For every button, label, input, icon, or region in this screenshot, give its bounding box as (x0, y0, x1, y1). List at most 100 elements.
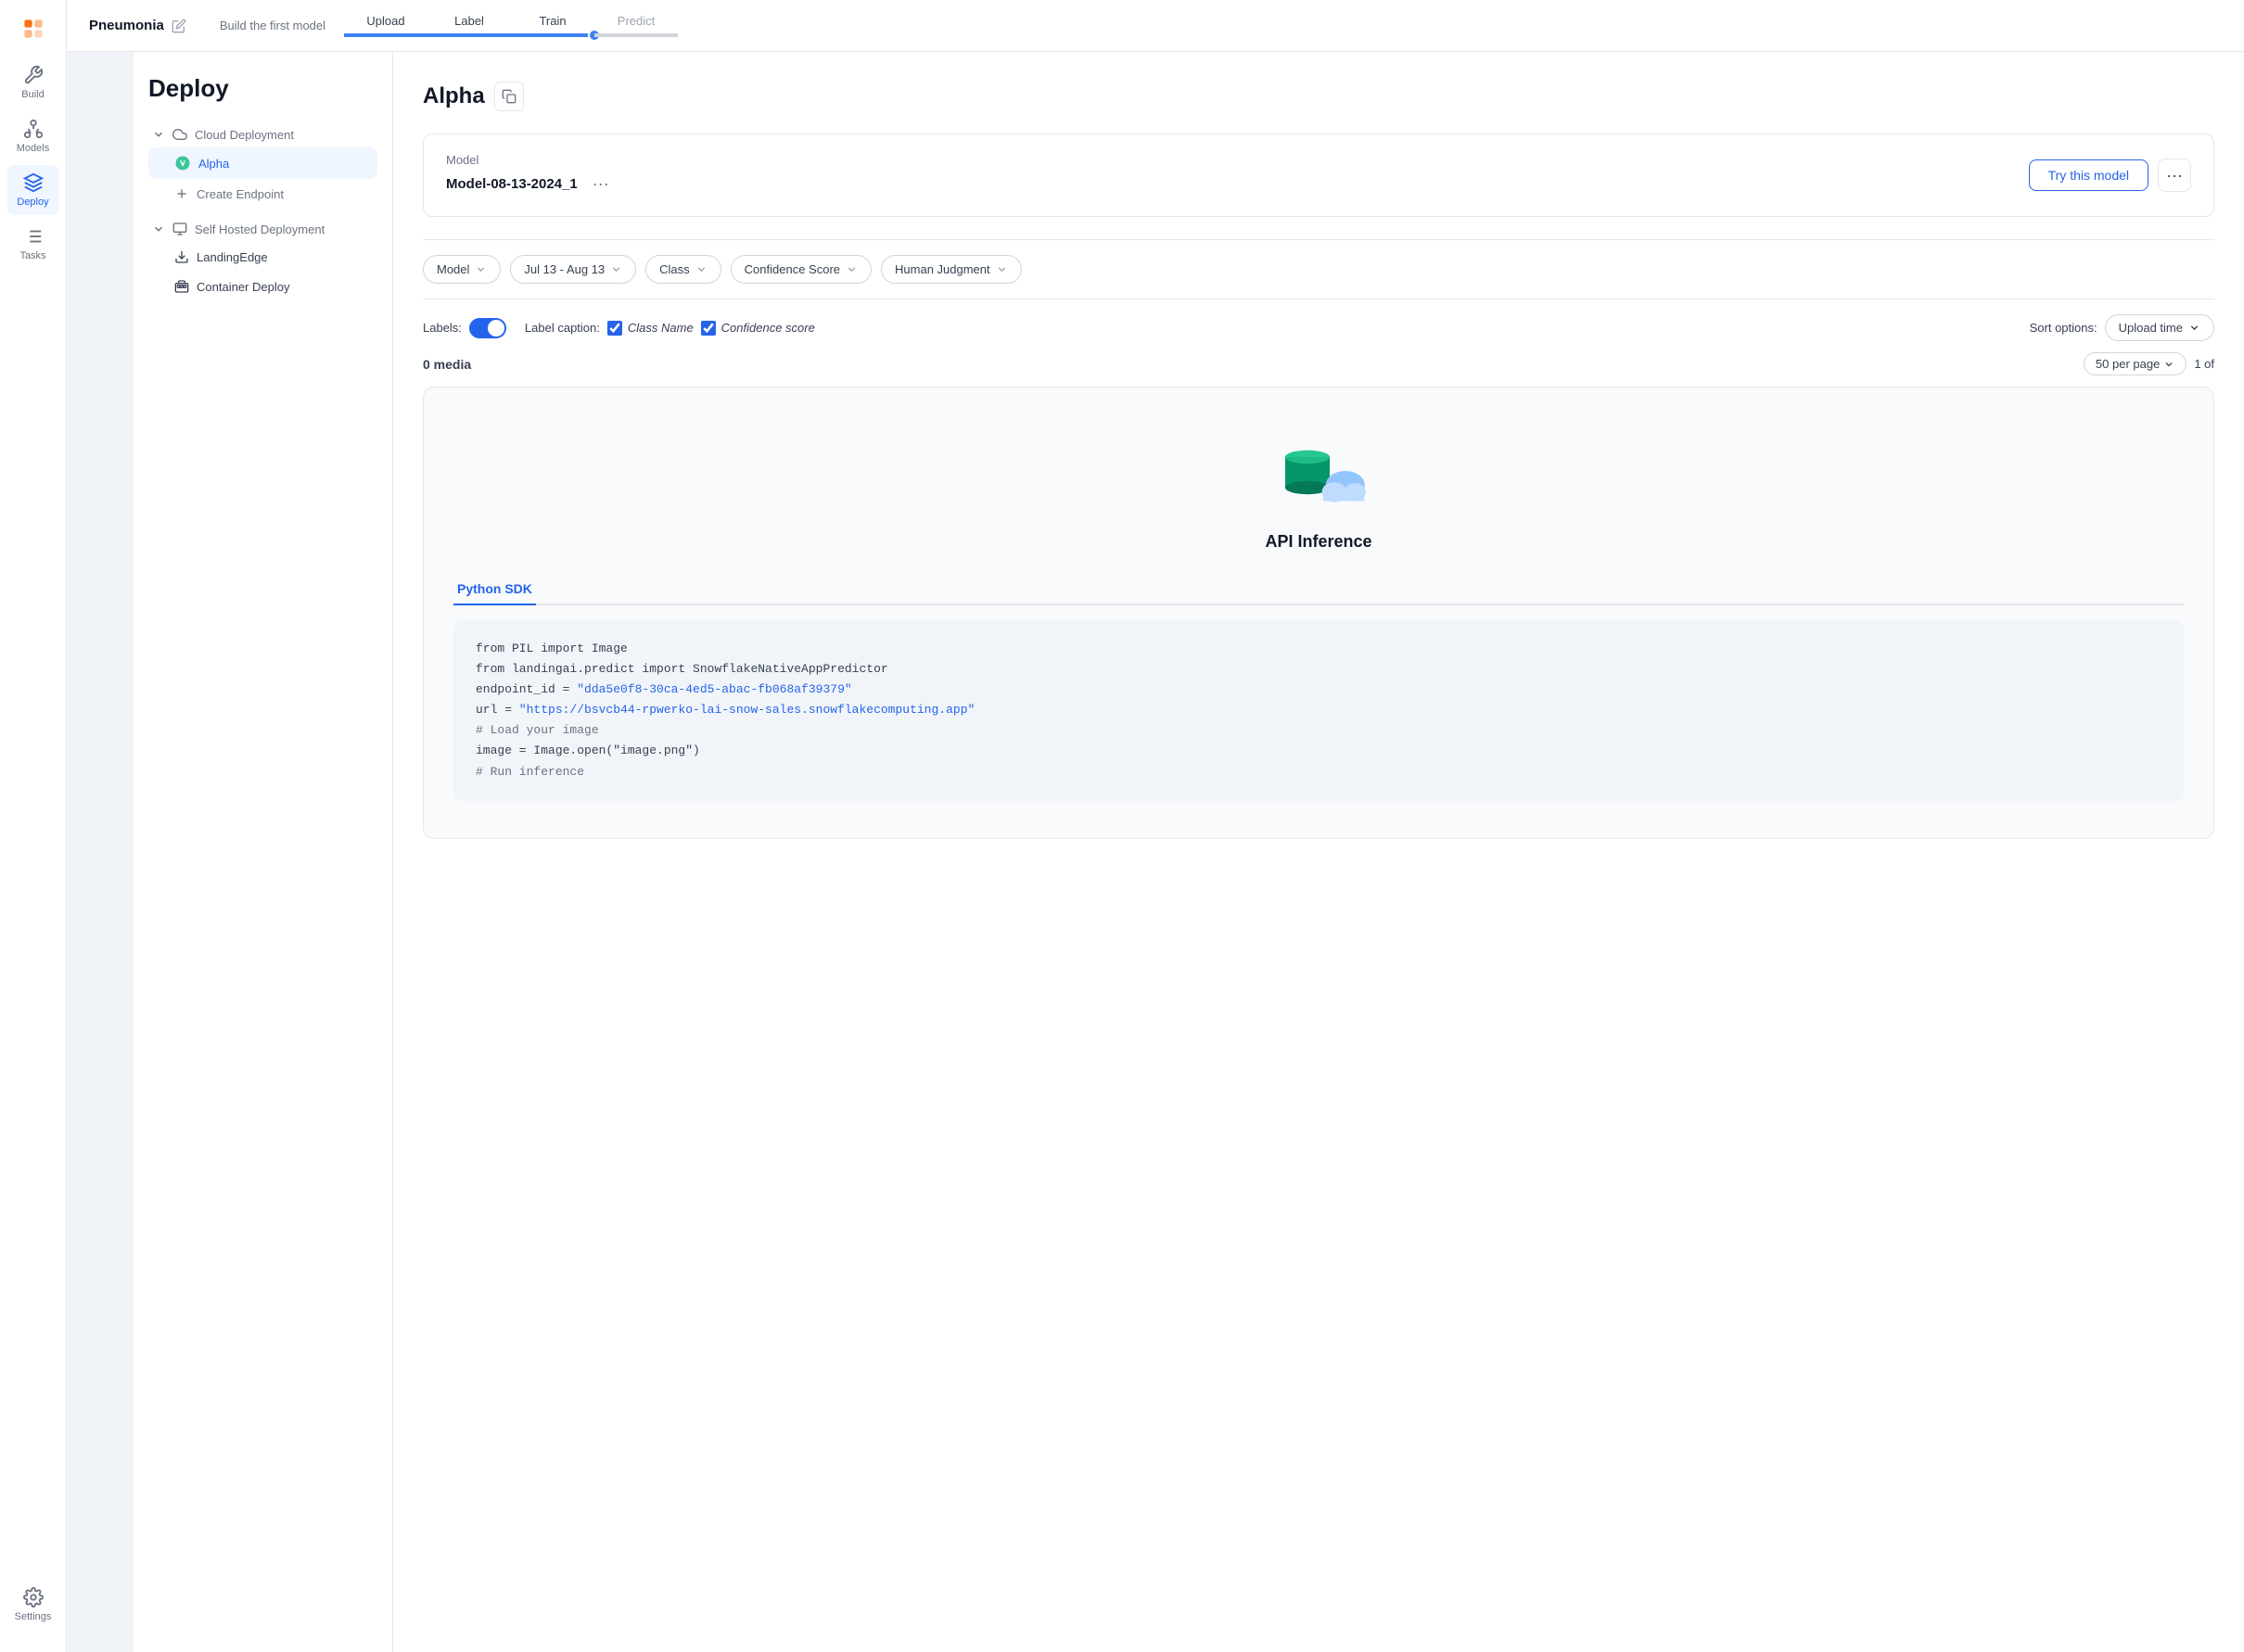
class-name-checkbox[interactable] (607, 321, 622, 336)
python-sdk-tab[interactable]: Python SDK (453, 574, 536, 605)
labels-toggle[interactable] (469, 318, 506, 338)
self-hosted-section: Self Hosted Deployment LandingEdge Conta… (148, 216, 377, 301)
project-name-text: Pneumonia (89, 18, 164, 33)
copy-endpoint-button[interactable] (494, 82, 524, 111)
pipeline-step-train: Train (511, 14, 594, 37)
nav-item-tasks[interactable]: Tasks (7, 219, 59, 269)
pipeline-step-predict: Predict (594, 14, 678, 37)
chevron-down-icon (152, 128, 165, 141)
container-icon (174, 279, 189, 294)
filter-human-label: Human Judgment (895, 262, 990, 276)
container-deploy-label: Container Deploy (197, 280, 289, 294)
nav-item-deploy[interactable]: Deploy (7, 165, 59, 215)
confidence-score-checkbox-label: Confidence score (721, 321, 815, 335)
icon-bar: Build Models Deploy (0, 0, 67, 1652)
code-url: "https://bsvcb44-rpwerko-lai-snow-sales.… (519, 703, 975, 717)
api-title-text: API Inference (1265, 532, 1371, 552)
sort-options-value: Upload time (2119, 321, 2183, 335)
endpoint-title-row: Alpha (423, 82, 2214, 111)
model-name-text: Model-08-13-2024_1 (446, 176, 578, 192)
filter-human-judgment-button[interactable]: Human Judgment (881, 255, 1022, 284)
nav-item-models[interactable]: Models (7, 111, 59, 161)
filter-confidence-label: Confidence Score (745, 262, 840, 276)
filter-class-label: Class (659, 262, 690, 276)
code-line-2: from landingai.predict import SnowflakeN… (476, 659, 2161, 680)
chevron-down-icon-filter5 (996, 263, 1008, 275)
sdk-tabs: Python SDK (453, 574, 2184, 605)
code-line-1: from PIL import Image (476, 639, 2161, 659)
sidebar-item-landingedge[interactable]: LandingEdge (148, 242, 377, 272)
filter-date-button[interactable]: Jul 13 - Aug 13 (510, 255, 636, 284)
cloud-deployment-section: Cloud Deployment Alpha Creat (148, 121, 377, 209)
chevron-down-icon-filter1 (475, 263, 487, 275)
chevron-down-icon-sort (2188, 322, 2200, 334)
content-area: Alpha Model Model-08-13-2024_1 ··· (393, 52, 2244, 1652)
labels-label-text: Labels: (423, 321, 462, 335)
cloud-icon (172, 127, 187, 142)
filter-class-button[interactable]: Class (645, 255, 721, 284)
filters-row: Model Jul 13 - Aug 13 Class (423, 239, 2214, 299)
landingedge-label: LandingEdge (197, 250, 268, 264)
model-actions-more-button[interactable]: ··· (2158, 159, 2191, 192)
nav-label-deploy: Deploy (17, 197, 48, 208)
api-illustration (1263, 425, 1374, 517)
sort-options-button[interactable]: Upload time (2105, 314, 2214, 341)
chevron-down-icon-filter2 (610, 263, 622, 275)
pipeline-label: Build the first model (220, 19, 325, 32)
model-label-text: Model (446, 153, 617, 167)
model-more-button[interactable]: ··· (585, 171, 617, 197)
pipeline-progress: Build the first model Upload Label Train (220, 14, 678, 37)
class-name-checkbox-label: Class Name (628, 321, 694, 335)
confidence-score-checkbox[interactable] (701, 321, 716, 336)
filter-confidence-button[interactable]: Confidence Score (731, 255, 872, 284)
model-name-row: Model-08-13-2024_1 ··· (446, 171, 617, 197)
model-info: Model Model-08-13-2024_1 ··· (446, 153, 617, 197)
filter-model-button[interactable]: Model (423, 255, 501, 284)
pipeline-step-label: Label (427, 14, 511, 37)
confidence-score-checkbox-group: Confidence score (701, 321, 815, 336)
create-endpoint-label: Create Endpoint (197, 187, 284, 201)
code-line-7: # Run inference (476, 762, 2161, 782)
filter-date-label: Jul 13 - Aug 13 (524, 262, 605, 276)
alpha-icon (174, 155, 191, 172)
label-caption-text: Label caption: (525, 321, 600, 335)
per-page-button[interactable]: 50 per page (2084, 352, 2187, 375)
nav-label-settings: Settings (15, 1611, 52, 1622)
main-area: Deploy Cloud Deployment (134, 52, 2244, 1652)
copy-icon (502, 89, 516, 104)
sidebar: Deploy Cloud Deployment (134, 52, 393, 1652)
nav-item-settings[interactable]: Settings (7, 1580, 59, 1630)
api-section: API Inference Python SDK from PIL import… (423, 387, 2214, 839)
class-name-checkbox-group: Class Name (607, 321, 694, 336)
sort-options-label: Sort options: (2030, 321, 2097, 335)
download-icon (174, 249, 189, 264)
media-count-text: 0 media (423, 357, 471, 372)
per-page-group: 50 per page 1 of (2084, 352, 2214, 375)
nav-label-models: Models (17, 143, 49, 154)
alpha-label: Alpha (198, 157, 229, 171)
nav-label-build: Build (21, 89, 44, 100)
try-model-button[interactable]: Try this model (2029, 159, 2148, 191)
chevron-down-icon-filter4 (846, 263, 858, 275)
sidebar-item-container-deploy[interactable]: Container Deploy (148, 272, 377, 301)
progress-seg-train (511, 33, 594, 37)
self-hosted-header[interactable]: Self Hosted Deployment (148, 216, 377, 242)
sidebar-item-create-endpoint[interactable]: Create Endpoint (148, 179, 377, 209)
chevron-down-icon-2 (152, 222, 165, 235)
model-actions: Try this model ··· (2029, 159, 2191, 192)
media-count-row: 0 media 50 per page 1 of (423, 352, 2214, 375)
ellipsis-icon: ··· (2166, 166, 2183, 185)
endpoint-title-text: Alpha (423, 83, 485, 109)
progress-seg-label (427, 33, 511, 37)
labels-toggle-group: Labels: (423, 318, 506, 338)
nav-item-build[interactable]: Build (7, 57, 59, 108)
per-page-value: 50 per page (2096, 357, 2160, 371)
sort-options-group: Sort options: Upload time (2030, 314, 2214, 341)
self-hosted-label: Self Hosted Deployment (195, 222, 325, 236)
logo[interactable] (7, 11, 59, 46)
pencil-icon[interactable] (172, 19, 186, 33)
sidebar-item-alpha[interactable]: Alpha (148, 147, 377, 179)
code-line-6: image = Image.open("image.png") (476, 741, 2161, 761)
cloud-deployment-header[interactable]: Cloud Deployment (148, 121, 377, 147)
progress-seg-predict (594, 33, 678, 37)
